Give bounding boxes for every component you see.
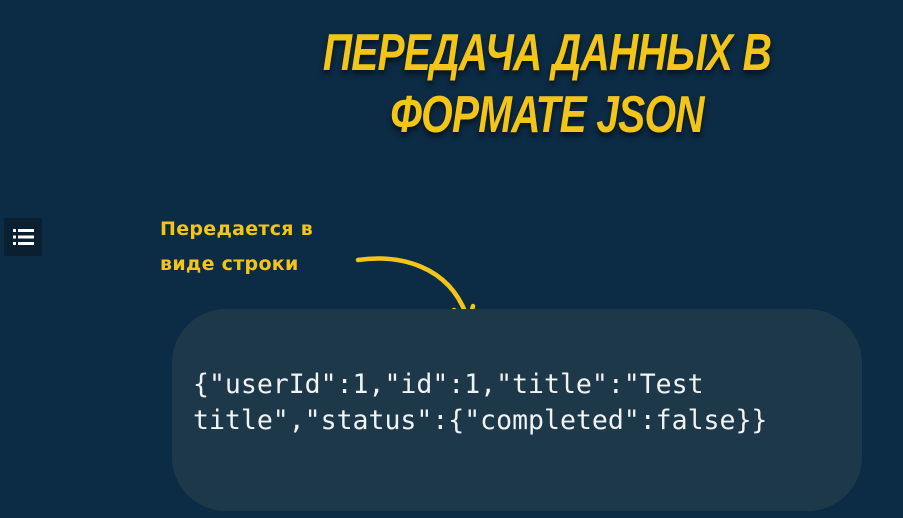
annotation-text: Передается в виде строки [160,212,360,282]
json-string-code: {"userId":1,"id":1,"title":"Test title","… [193,367,767,439]
slide-title-line-2: ФОРМАТЕ JSON [390,86,704,144]
slide: ПЕРЕДАЧА ДАННЫХ В ФОРМАТЕ JSON Передаетс… [0,0,903,518]
slide-title: ПЕРЕДАЧА ДАННЫХ В ФОРМАТЕ JSON [306,22,788,146]
code-line-1: {"userId":1,"id":1,"title":"Test [193,369,704,400]
menu-button[interactable] [4,218,42,256]
slide-title-line-1: ПЕРЕДАЧА ДАННЫХ В [322,24,772,82]
list-menu-icon [13,229,34,245]
code-line-2: title","status":{"completed":false}} [193,405,768,436]
annotation-line-2: виде строки [160,253,299,275]
annotation-line-1: Передается в [160,218,314,240]
